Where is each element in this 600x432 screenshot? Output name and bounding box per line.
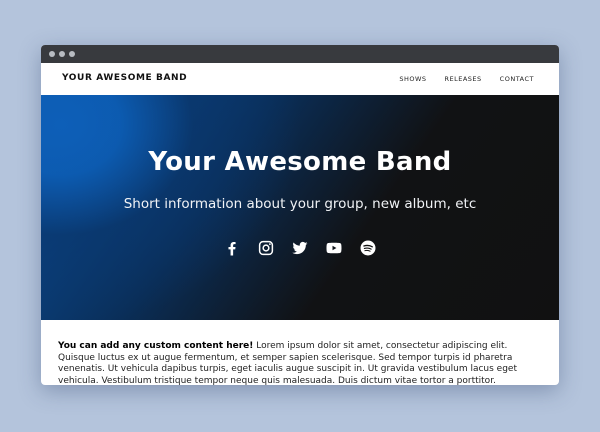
site-nav: SHOWS RELEASES CONTACT <box>399 75 534 83</box>
hero-subtitle: Short information about your group, new … <box>123 196 477 212</box>
nav-item-releases[interactable]: RELEASES <box>445 75 482 83</box>
window-dot-icon[interactable] <box>59 51 65 57</box>
instagram-icon[interactable] <box>257 239 275 257</box>
facebook-icon[interactable] <box>223 239 241 257</box>
content-lead: You can add any custom content here! <box>58 341 254 351</box>
nav-item-contact[interactable]: CONTACT <box>500 75 534 83</box>
social-links <box>41 239 559 257</box>
hero-title: Your Awesome Band <box>148 147 452 177</box>
browser-window: YOUR AWESOME BAND SHOWS RELEASES CONTACT… <box>41 45 559 385</box>
youtube-icon[interactable] <box>325 239 343 257</box>
content-section: You can add any custom content here! Lor… <box>58 341 541 385</box>
spotify-icon[interactable] <box>359 239 377 257</box>
site-header: YOUR AWESOME BAND SHOWS RELEASES CONTACT <box>41 63 559 96</box>
window-titlebar <box>41 45 559 63</box>
window-dot-icon[interactable] <box>69 51 75 57</box>
nav-item-shows[interactable]: SHOWS <box>399 75 426 83</box>
twitter-icon[interactable] <box>291 239 309 257</box>
site-brand[interactable]: YOUR AWESOME BAND <box>62 73 187 83</box>
window-dot-icon[interactable] <box>49 51 55 57</box>
hero-section: Your Awesome Band Short information abou… <box>41 95 559 320</box>
